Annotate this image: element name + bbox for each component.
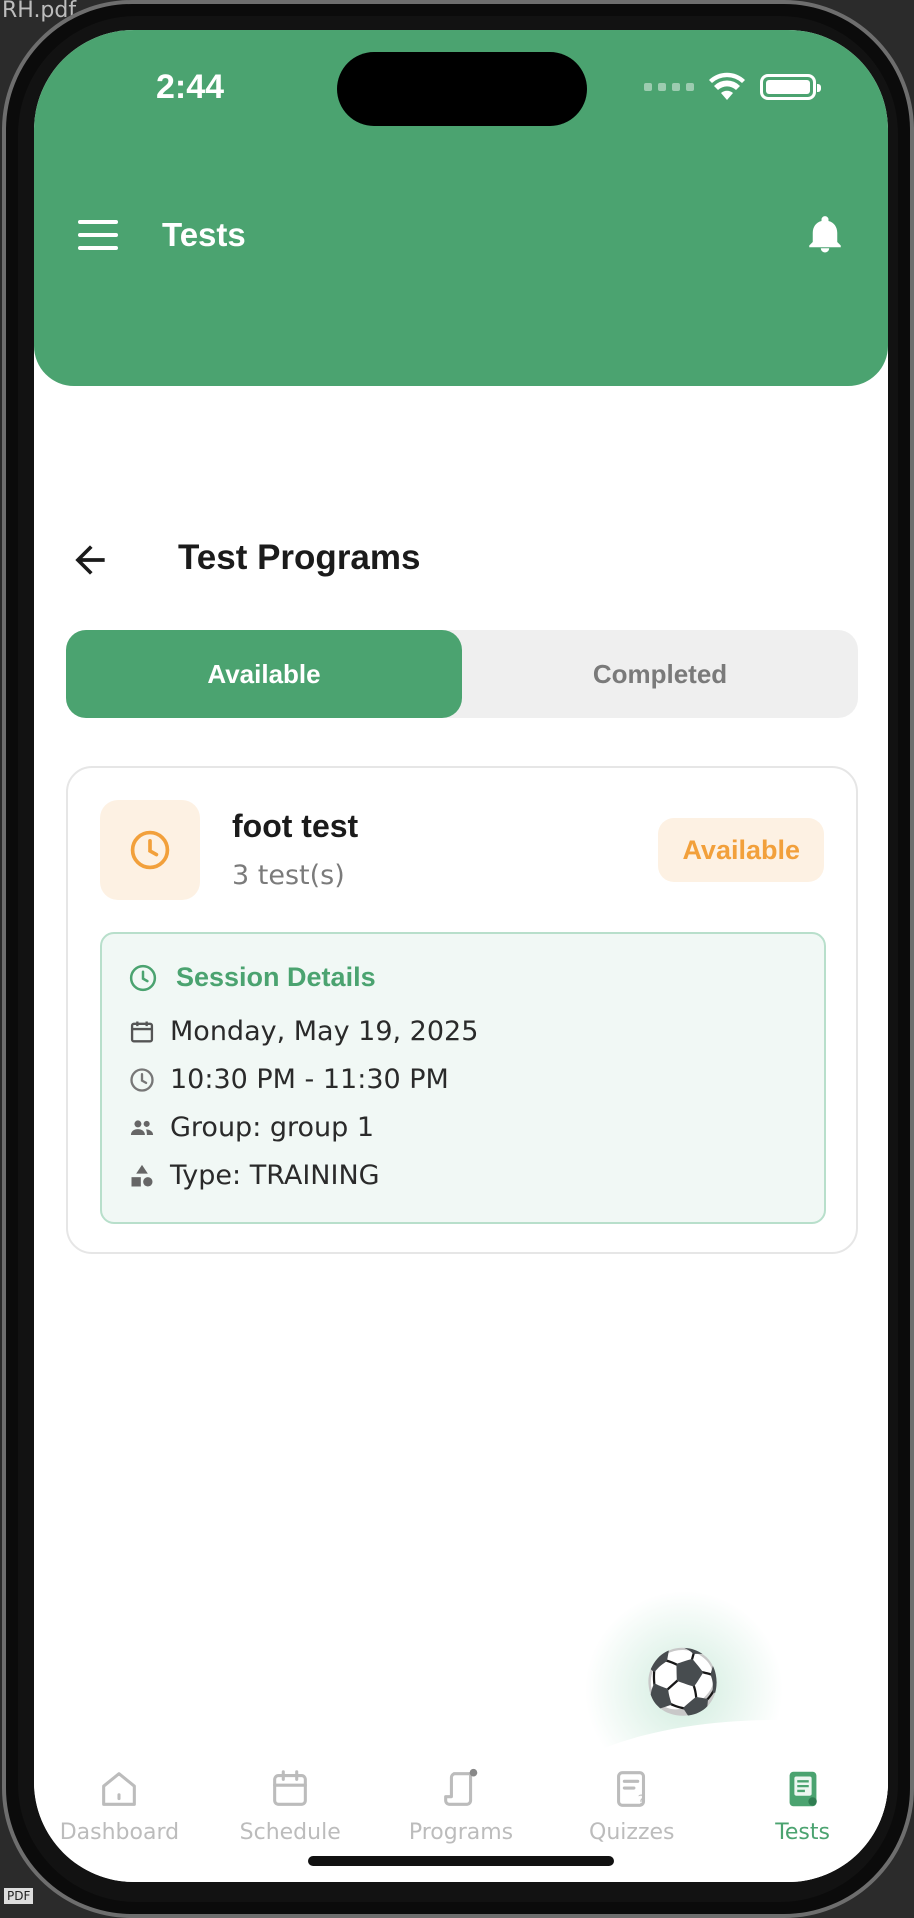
phone-screen: 2:44 Tests Test Programs Available Compl… xyxy=(34,30,888,1882)
dynamic-island xyxy=(337,52,587,126)
test-program-card[interactable]: foot test 3 test(s) Available Session De… xyxy=(66,766,858,1254)
card-title: foot test xyxy=(232,808,359,844)
app-header: 2:44 Tests xyxy=(34,30,888,386)
cellular-signal-icon xyxy=(644,83,694,91)
nav-label-dashboard: Dashboard xyxy=(59,1820,180,1845)
session-group: Group: group 1 xyxy=(170,1112,375,1143)
calendar-icon xyxy=(130,1021,154,1042)
clock-icon xyxy=(129,964,157,991)
programs-scroll-icon xyxy=(444,1768,478,1806)
arrow-left-icon[interactable] xyxy=(68,538,112,582)
session-details-header: Session Details xyxy=(128,962,376,993)
session-details-box: Session Details Monday, May 19, 2025 10:… xyxy=(100,932,826,1224)
nav-label-quizzes: Quizzes xyxy=(589,1820,675,1845)
clock-icon xyxy=(130,830,170,870)
wifi-icon xyxy=(709,72,745,100)
session-time: 10:30 PM - 11:30 PM xyxy=(170,1064,449,1095)
svg-text:?: ? xyxy=(638,1793,645,1808)
nav-label-programs: Programs xyxy=(408,1820,514,1845)
nav-label-tests: Tests xyxy=(775,1820,830,1845)
card-icon-container xyxy=(100,800,200,900)
clock-icon xyxy=(130,1067,154,1092)
session-date: Monday, May 19, 2025 xyxy=(170,1016,479,1047)
card-test-count: 3 test(s) xyxy=(232,860,345,891)
soccer-ball-icon[interactable]: ⚽ xyxy=(638,1638,728,1728)
session-type: Type: TRAINING xyxy=(170,1160,380,1191)
segmented-tabs: Available Completed xyxy=(66,630,858,718)
bell-icon[interactable] xyxy=(804,214,846,256)
session-details-heading: Session Details xyxy=(176,962,376,992)
pdf-tag: PDF xyxy=(4,1888,34,1904)
status-icons xyxy=(644,72,821,102)
nav-item-dashboard[interactable]: Dashboard xyxy=(34,1762,205,1882)
session-type-row: Type: TRAINING xyxy=(128,1160,380,1191)
tab-available[interactable]: Available xyxy=(66,630,462,718)
header-title: Tests xyxy=(162,216,246,253)
calendar-icon xyxy=(273,1770,308,1806)
status-time: 2:44 xyxy=(156,68,225,106)
session-time-row: 10:30 PM - 11:30 PM xyxy=(128,1064,449,1095)
nav-item-tests[interactable]: Tests xyxy=(717,1762,888,1882)
shapes-category-icon xyxy=(131,1164,153,1186)
quiz-icon: ? xyxy=(616,1771,645,1808)
tests-document-icon xyxy=(789,1771,817,1807)
session-date-row: Monday, May 19, 2025 xyxy=(128,1016,478,1047)
session-group-row: Group: group 1 xyxy=(128,1112,374,1143)
page-title: Test Programs xyxy=(178,538,421,577)
nav-label-schedule: Schedule xyxy=(239,1820,341,1845)
hamburger-menu-icon[interactable] xyxy=(78,220,118,250)
tab-completed[interactable]: Completed xyxy=(462,630,858,718)
battery-icon xyxy=(760,74,821,100)
home-indicator[interactable] xyxy=(308,1856,614,1866)
home-icon xyxy=(102,1772,137,1806)
status-badge: Available xyxy=(658,818,824,882)
group-people-icon xyxy=(130,1119,154,1135)
